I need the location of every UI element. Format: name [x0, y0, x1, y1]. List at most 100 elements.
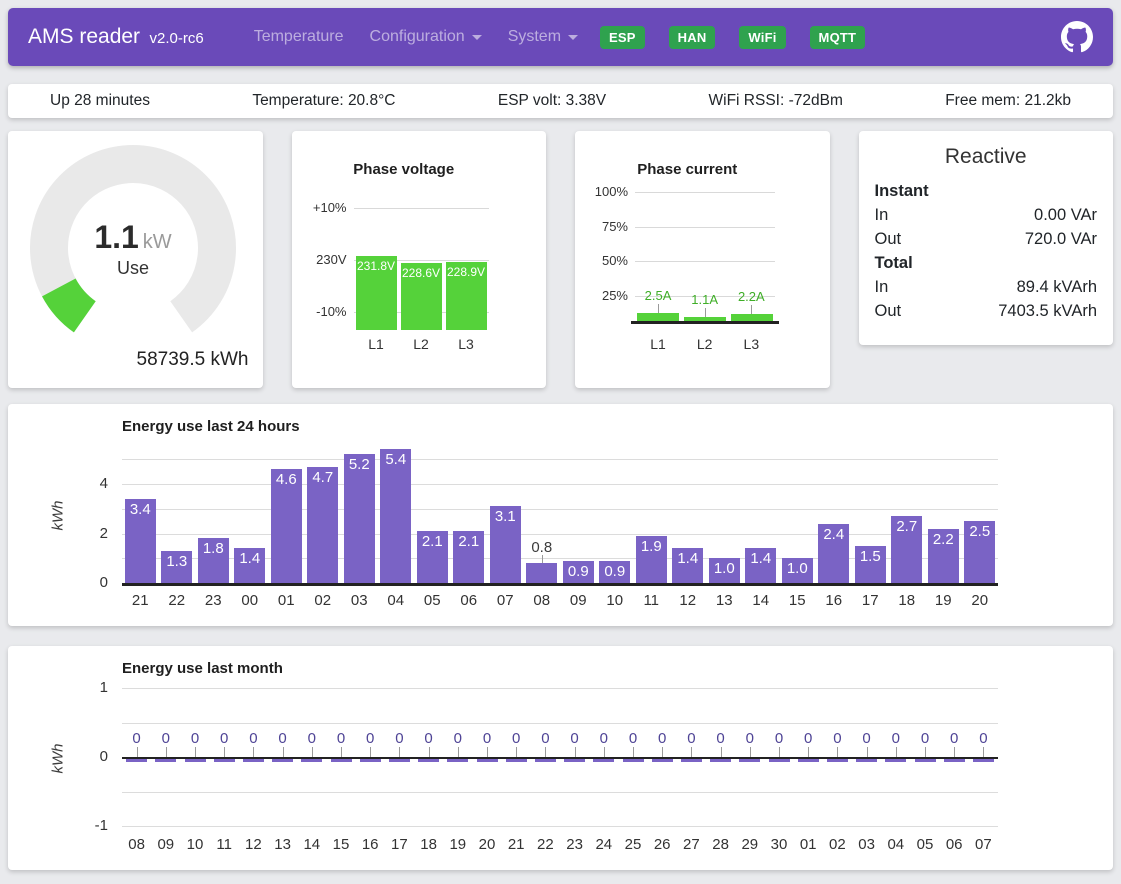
gridline — [635, 227, 775, 228]
gridline — [122, 484, 998, 485]
energy-bar — [243, 759, 264, 762]
x-tick-label: 30 — [764, 836, 793, 853]
bar-value-label: 1.4 — [745, 550, 776, 567]
x-tick-label: L2 — [682, 336, 728, 352]
nav-item-configuration[interactable]: Configuration — [370, 28, 482, 46]
github-icon[interactable] — [1061, 21, 1093, 53]
bar-value-label: 0 — [969, 730, 998, 747]
nav-item-label: Configuration — [370, 28, 465, 46]
voltage-bar: 228.9V — [446, 262, 487, 330]
nav-item-label: System — [508, 28, 561, 46]
x-tick-label: 11 — [633, 592, 670, 609]
energy-bar — [185, 759, 206, 762]
bar-value-label: 1.3 — [161, 553, 192, 570]
energy-bar — [944, 759, 965, 762]
x-tick-label: 15 — [779, 592, 816, 609]
bar-value-label: 2.5A — [635, 288, 681, 303]
energy-bar — [798, 759, 819, 762]
x-tick-label: 13 — [268, 836, 297, 853]
bar-value-label: 231.8V — [356, 259, 397, 273]
bar-value-label: 0 — [297, 730, 326, 747]
label-leader-line — [137, 747, 138, 757]
current-bar — [637, 313, 679, 321]
x-tick-label: 02 — [823, 836, 852, 853]
bar-value-label: 0.8 — [524, 539, 561, 556]
reactive-row-value: 720.0 VAr — [1025, 227, 1097, 251]
gauge-value-arc — [59, 287, 85, 316]
bar-value-label: 0 — [502, 730, 531, 747]
y-tick-label: 230V — [292, 252, 347, 267]
label-leader-line — [575, 747, 576, 757]
bar-value-label: 0 — [356, 730, 385, 747]
app-title: AMS reader — [28, 25, 140, 48]
label-leader-line — [837, 747, 838, 757]
energy-bar: 1.0 — [782, 558, 813, 583]
y-tick-label: 75% — [575, 219, 628, 234]
reactive-row-value: 0.00 VAr — [1034, 203, 1097, 227]
nav-item-system[interactable]: System — [508, 28, 578, 46]
nav-links: Temperature Configuration System — [228, 28, 578, 46]
chart-title: Energy use last month — [122, 660, 283, 677]
bar-value-label: 5.4 — [380, 451, 411, 468]
reactive-section-header: Instant — [875, 179, 1098, 203]
bar-value-label: 1.5 — [855, 548, 886, 565]
gridline — [122, 723, 998, 724]
reactive-section-header: Total — [875, 251, 1098, 275]
energy-bar — [623, 759, 644, 762]
x-tick-label: 03 — [852, 836, 881, 853]
status-badge-esp: ESP — [600, 26, 645, 49]
energy-bar: 4.6 — [271, 469, 302, 583]
x-tick-label: 05 — [414, 592, 451, 609]
x-tick-label: 01 — [794, 836, 823, 853]
voltage-bar: 228.6V — [401, 263, 442, 330]
bar-value-label: 0 — [151, 730, 180, 747]
gauge-unit: kW — [143, 231, 172, 253]
x-tick-label: 10 — [597, 592, 634, 609]
label-leader-line — [721, 747, 722, 757]
y-tick-label: 0 — [74, 748, 108, 765]
label-leader-line — [399, 747, 400, 757]
x-tick-label: 09 — [151, 836, 180, 853]
bar-value-label: 0 — [180, 730, 209, 747]
energy-bar — [506, 759, 527, 762]
energy-bar: 2.4 — [818, 524, 849, 583]
label-leader-line — [253, 747, 254, 757]
bar-value-label: 0 — [472, 730, 501, 747]
energy-bar — [885, 759, 906, 762]
y-axis-label: kWh — [50, 739, 67, 779]
y-tick-label: -1 — [74, 817, 108, 834]
energy-bar: 1.4 — [745, 548, 776, 583]
reactive-row-label: Out — [875, 299, 902, 323]
label-leader-line — [542, 555, 543, 563]
x-tick-label: 14 — [297, 836, 326, 853]
label-leader-line — [487, 747, 488, 757]
bar-value-label: 0 — [589, 730, 618, 747]
energy-bar: 2.5 — [964, 521, 995, 583]
connection-status-badges: ESP HAN WiFi MQTT — [600, 26, 889, 49]
x-tick-label: 08 — [524, 592, 561, 609]
energy-bar: 1.9 — [636, 536, 667, 583]
y-tick-label: 50% — [575, 253, 628, 268]
x-tick-label: L2 — [399, 336, 444, 352]
bar-value-label: 3.4 — [125, 501, 156, 518]
label-leader-line — [691, 747, 692, 757]
app-brand[interactable]: AMS reader v2.0-rc6 — [28, 25, 204, 49]
nav-item-temperature[interactable]: Temperature — [254, 28, 344, 46]
x-tick-label: 22 — [159, 592, 196, 609]
bar-value-label: 0.9 — [563, 563, 594, 580]
x-tick-label: 19 — [925, 592, 962, 609]
label-leader-line — [705, 308, 706, 317]
label-leader-line — [633, 747, 634, 757]
label-leader-line — [925, 747, 926, 757]
energy-bar: 5.4 — [380, 449, 411, 583]
x-tick-label: 00 — [232, 592, 269, 609]
label-leader-line — [545, 747, 546, 757]
x-tick-label: 17 — [852, 592, 889, 609]
label-leader-line — [658, 304, 659, 313]
x-tick-label: 07 — [487, 592, 524, 609]
bar-value-label: 0 — [443, 730, 472, 747]
x-tick-label: L1 — [635, 336, 681, 352]
label-leader-line — [779, 747, 780, 757]
x-tick-label: 24 — [589, 836, 618, 853]
wifi-rssi-text: WiFi RSSI: -72dBm — [709, 92, 843, 110]
